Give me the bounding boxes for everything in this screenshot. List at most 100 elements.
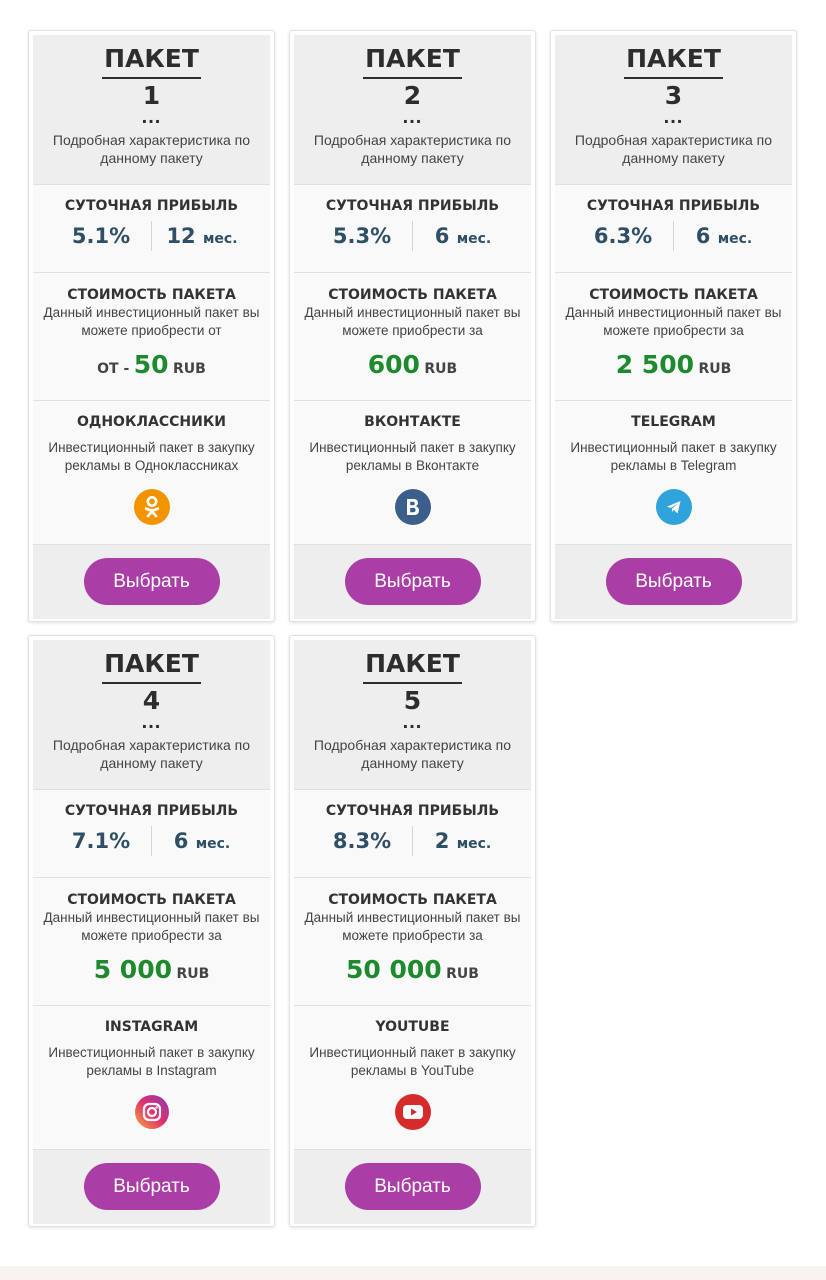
select-button[interactable]: Выбрать [344,558,481,605]
top-strip [0,0,826,8]
package-term-unit: мес. [195,836,231,852]
package-header: ПАКЕТ 2 ... Подробная характеристика по … [294,35,531,185]
package-title: ПАКЕТ [102,648,201,684]
package-term-value: 2 [434,829,450,853]
package-term-value: 12 [166,224,196,248]
daily-profit-label: СУТОЧНАЯ ПРИБЫЛЬ [64,803,239,819]
network-description: Инвестиционный пакет в закупку рекламы в… [48,440,255,473]
package-cost-section: СТОИМОСТЬ ПАКЕТА Данный инвестиционный п… [33,878,270,1006]
package-term-value: 6 [695,224,711,248]
package-dots: ... [663,106,684,128]
package-description: Подробная характеристика по данному паке… [313,132,512,166]
package-card-4: ПАКЕТ 4 ... Подробная характеристика по … [28,635,275,1227]
instagram-icon [133,1094,170,1130]
network-name: ОДНОКЛАССНИКИ [76,414,227,430]
package-title: ПАКЕТ [363,43,462,79]
daily-profit-section: СУТОЧНАЯ ПРИБЫЛЬ 6.3% 6 мес. [555,185,792,273]
select-button[interactable]: Выбрать [83,1163,220,1210]
package-card-5: ПАКЕТ 5 ... Подробная характеристика по … [289,635,536,1227]
package-cost-description: Данный инвестиционный пакет вы можете пр… [304,910,521,943]
network-name: TELEGRAM [631,414,716,430]
package-description: Подробная характеристика по данному паке… [52,737,251,771]
network-section: YOUTUBE Инвестиционный пакет в закупку р… [294,1006,531,1150]
package-cost-label: СТОИМОСТЬ ПАКЕТА [67,287,236,303]
package-cost-section: СТОИМОСТЬ ПАКЕТА Данный инвестиционный п… [294,878,531,1006]
price-currency: RUB [176,966,210,982]
price-currency: RUB [173,361,206,377]
package-term-unit: мес. [456,231,492,247]
package-header: ПАКЕТ 4 ... Подробная характеристика по … [33,640,270,790]
package-price: 600 RUB [294,348,531,386]
daily-profit-rate: 6.3% [593,224,653,248]
package-title: ПАКЕТ [624,43,723,79]
packages-grid: ПАКЕТ 1 ... Подробная характеристика по … [28,30,800,1227]
daily-profit-label: СУТОЧНАЯ ПРИБЫЛЬ [64,198,239,214]
package-description: Подробная характеристика по данному паке… [313,737,512,771]
daily-profit-section: СУТОЧНАЯ ПРИБЫЛЬ 8.3% 2 мес. [294,790,531,878]
package-term: 6 мес. [674,224,774,248]
package-cost-section: СТОИМОСТЬ ПАКЕТА Данный инвестиционный п… [294,273,531,401]
package-header: ПАКЕТ 3 ... Подробная характеристика по … [555,35,792,185]
network-section: ОДНОКЛАССНИКИ Инвестиционный пакет в зак… [33,401,270,545]
package-cost-description: Данный инвестиционный пакет вы можете пр… [304,305,521,338]
price-amount: 600 [367,350,420,379]
package-title: ПАКЕТ [363,648,462,684]
package-description: Подробная характеристика по данному паке… [574,132,773,166]
package-price: 5 000 RUB [33,953,270,991]
select-button[interactable]: Выбрать [344,1163,481,1210]
package-cost-description: Данный инвестиционный пакет вы можете пр… [43,910,260,943]
network-description: Инвестиционный пакет в закупку рекламы в… [570,440,777,473]
package-cost-label: СТОИМОСТЬ ПАКЕТА [328,287,497,303]
network-description: Инвестиционный пакет в закупку рекламы в… [309,440,516,473]
package-term-value: 6 [173,829,189,853]
daily-profit-label: СУТОЧНАЯ ПРИБЫЛЬ [325,803,500,819]
daily-profit-label: СУТОЧНАЯ ПРИБЫЛЬ [586,198,761,214]
network-name: YOUTUBE [375,1019,450,1035]
telegram-icon [655,489,692,525]
price-amount: 5 000 [93,955,172,984]
package-card-3: ПАКЕТ 3 ... Подробная характеристика по … [550,30,797,622]
daily-profit-rate: 5.3% [332,224,392,248]
daily-profit-section: СУТОЧНАЯ ПРИБЫЛЬ 5.3% 6 мес. [294,185,531,273]
network-section: INSTAGRAM Инвестиционный пакет в закупку… [33,1006,270,1150]
package-dots: ... [402,106,423,128]
package-cost-section: СТОИМОСТЬ ПАКЕТА Данный инвестиционный п… [555,273,792,401]
vk-icon [394,489,431,525]
package-dots: ... [141,711,162,733]
package-price: ОТ - 50 RUB [33,348,270,386]
package-dots: ... [141,106,162,128]
package-cost-description: Данный инвестиционный пакет вы можете пр… [43,305,260,338]
package-cost-label: СТОИМОСТЬ ПАКЕТА [67,892,236,908]
package-cost-label: СТОИМОСТЬ ПАКЕТА [589,287,758,303]
price-currency: RUB [698,361,732,377]
price-currency: RUB [424,361,458,377]
price-amount: 2 500 [615,350,694,379]
network-description: Инвестиционный пакет в закупку рекламы в… [309,1045,516,1078]
package-cost-description: Данный инвестиционный пакет вы можете пр… [565,305,782,338]
package-cost-label: СТОИМОСТЬ ПАКЕТА [328,892,497,908]
package-term: 12 мес. [152,224,252,248]
package-dots: ... [402,711,423,733]
package-description: Подробная характеристика по данному паке… [52,132,251,166]
package-term: 6 мес. [413,224,513,248]
package-term-unit: мес. [456,836,492,852]
package-term: 6 мес. [152,829,252,853]
package-card-2: ПАКЕТ 2 ... Подробная характеристика по … [289,30,536,622]
daily-profit-rate: 8.3% [332,829,392,853]
youtube-icon [394,1094,431,1130]
package-price: 2 500 RUB [555,348,792,386]
package-cost-section: СТОИМОСТЬ ПАКЕТА Данный инвестиционный п… [33,273,270,401]
select-button[interactable]: Выбрать [83,558,220,605]
package-term-value: 6 [434,224,450,248]
package-price: 50 000 RUB [294,953,531,991]
daily-profit-label: СУТОЧНАЯ ПРИБЫЛЬ [325,198,500,214]
daily-profit-rate: 5.1% [71,224,131,248]
select-button[interactable]: Выбрать [605,558,742,605]
price-currency: RUB [446,966,479,982]
footer-strip [0,1266,826,1280]
package-header: ПАКЕТ 5 ... Подробная характеристика по … [294,640,531,790]
package-card-1: ПАКЕТ 1 ... Подробная характеристика по … [28,30,275,622]
price-amount: 50 [133,350,169,379]
price-amount: 50 000 [346,955,442,984]
daily-profit-rate: 7.1% [71,829,131,853]
